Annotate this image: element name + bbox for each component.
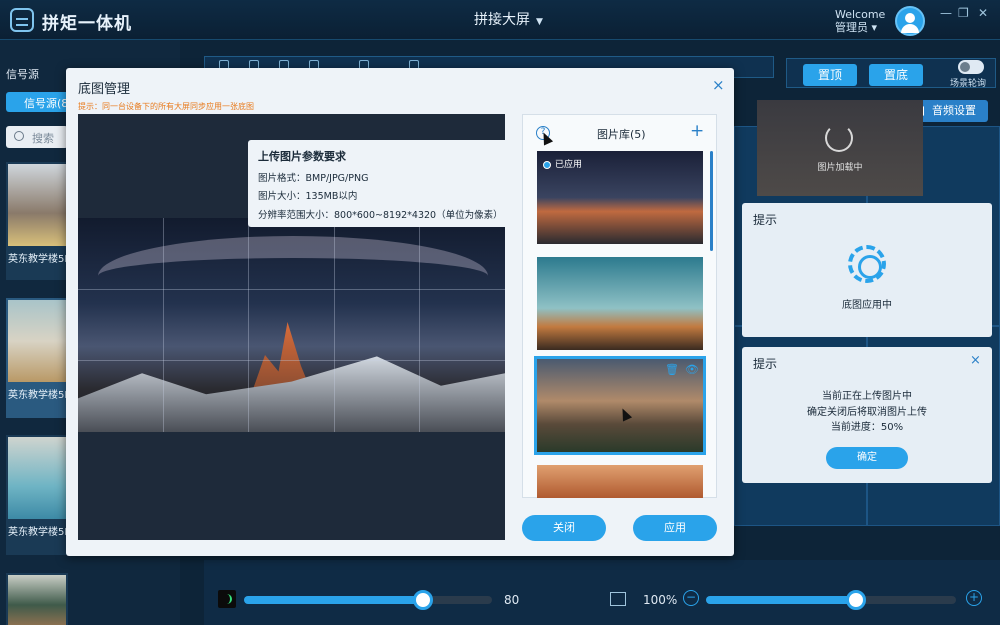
scene-rotation-label: 场景轮询 xyxy=(950,79,987,89)
tooltip-resolution: 分辨率范围大小：800*600~8192*4320（单位为像素） xyxy=(258,210,503,221)
close-button[interactable]: 关闭 xyxy=(522,515,606,541)
welcome-text: Welcome xyxy=(835,8,886,21)
confirm-button[interactable]: 确定 xyxy=(826,447,908,469)
dialog-title: 提示 xyxy=(753,213,778,227)
grid-line xyxy=(78,289,505,290)
minimize-button[interactable]: — xyxy=(940,6,952,20)
volume-slider-handle[interactable] xyxy=(413,590,433,610)
zoom-slider-handle[interactable] xyxy=(846,590,866,610)
library-title: 图片库(5) xyxy=(597,128,646,141)
volume-icon[interactable] xyxy=(218,590,236,608)
list-item[interactable]: 英东教学楼5H xyxy=(6,435,68,555)
sync-tip: 提示：同一台设备下的所有大屏同步应用一张底图 xyxy=(78,102,254,111)
volume-value: 80 xyxy=(504,593,520,607)
close-window-button[interactable]: ✕ xyxy=(978,6,988,20)
tooltip-format: 图片格式：BMP/JPG/PNG xyxy=(258,173,369,184)
avatar[interactable] xyxy=(895,6,925,36)
zoom-slider[interactable] xyxy=(706,590,956,610)
upload-progress: 当前进度：50% xyxy=(830,422,904,433)
screen-selector-label: 拼接大屏 xyxy=(474,12,530,28)
caret-down-icon: ▼ xyxy=(536,17,543,27)
search-icon xyxy=(14,131,24,141)
dialog-title: 提示 xyxy=(753,357,778,371)
search-input[interactable]: 搜索 xyxy=(6,126,68,148)
maximize-button[interactable]: ❐ xyxy=(958,6,969,20)
welcome-block[interactable]: Welcome 管理员 ▾ xyxy=(835,8,885,34)
uploading-line-2: 确定关闭后将取消图片上传 xyxy=(807,407,927,418)
search-placeholder: 搜索 xyxy=(32,132,54,145)
grid-line xyxy=(248,218,249,432)
library-image[interactable] xyxy=(537,257,703,350)
dialog-title: 底图管理 xyxy=(78,82,131,97)
list-item[interactable]: 英东教学楼5H xyxy=(6,298,68,418)
delete-icon[interactable]: 🗑 xyxy=(665,363,679,376)
loading-text: 图片加载中 xyxy=(817,163,863,173)
eye-icon[interactable]: 👁 xyxy=(685,363,699,376)
volume-slider-fill xyxy=(244,596,423,604)
app-title: 拼矩一体机 xyxy=(42,14,132,34)
background-preview-image xyxy=(78,218,505,432)
list-item[interactable]: 英东教学楼5H xyxy=(6,162,68,280)
close-icon[interactable]: × xyxy=(712,76,725,94)
spinner-icon xyxy=(825,124,853,152)
library-image[interactable]: 已应用 xyxy=(537,151,703,244)
library-image[interactable] xyxy=(537,465,703,498)
zoom-out-icon[interactable]: − xyxy=(683,590,699,606)
send-to-bottom-button[interactable]: 置底 xyxy=(869,64,923,86)
applying-dialog: 提示 底图应用中 xyxy=(742,203,992,337)
layout-grid-icon[interactable] xyxy=(610,592,626,606)
bring-to-top-button[interactable]: 置顶 xyxy=(803,64,857,86)
volume-slider[interactable] xyxy=(244,590,492,610)
panel-header: 信号源 xyxy=(6,68,39,81)
zoom-slider-fill xyxy=(706,596,856,604)
image-loading-card: 图片加载中 xyxy=(757,100,923,196)
close-icon[interactable]: × xyxy=(970,353,981,368)
grid-line xyxy=(78,360,505,361)
add-image-button[interactable]: + xyxy=(690,121,704,141)
user-name: 管理员 ▾ xyxy=(835,21,878,34)
classroom-thumbnail xyxy=(8,164,66,246)
loading-ring-icon xyxy=(848,245,886,283)
applied-badge: 已应用 xyxy=(543,157,582,170)
milky-way-shape xyxy=(98,236,488,316)
classroom-thumbnail xyxy=(8,575,66,625)
audio-settings-label: 音频设置 xyxy=(932,104,976,117)
list-item-label: 英东教学楼5H xyxy=(8,390,68,401)
apply-button[interactable]: 应用 xyxy=(633,515,717,541)
screen-selector[interactable]: 拼接大屏 ▼ xyxy=(474,9,543,29)
grid-line xyxy=(334,218,335,432)
logo-icon xyxy=(10,8,34,32)
zoom-in-icon[interactable]: + xyxy=(966,590,982,606)
uploading-line-1: 当前正在上传图片中 xyxy=(822,391,912,402)
grid-line xyxy=(419,218,420,432)
scene-rotation-toggle[interactable] xyxy=(958,60,984,74)
applying-text: 底图应用中 xyxy=(842,300,892,311)
grid-line xyxy=(163,218,164,432)
upload-requirements-tooltip: 上传图片参数要求 图片格式：BMP/JPG/PNG 图片大小：135MB以内 分… xyxy=(248,140,510,227)
top-bar: 拼矩一体机 拼接大屏 ▼ Welcome 管理员 ▾ — ❐ ✕ xyxy=(0,0,1000,40)
library-image-selected[interactable]: 🗑 👁 xyxy=(534,356,706,455)
classroom-thumbnail xyxy=(8,437,66,519)
list-item-label: 英东教学楼5H xyxy=(8,527,68,538)
image-library: ? 图片库(5) + 已应用 🗑 👁 xyxy=(522,114,717,498)
bottom-bar xyxy=(204,560,1000,625)
library-scrollbar[interactable] xyxy=(710,151,713,251)
tab-signal-source[interactable]: 信号源(88 xyxy=(6,92,74,112)
tooltip-size: 图片大小：135MB以内 xyxy=(258,191,358,202)
tooltip-title: 上传图片参数要求 xyxy=(258,150,346,163)
classroom-thumbnail xyxy=(8,300,66,382)
list-item[interactable] xyxy=(6,573,68,625)
list-item-label: 英东教学楼5H xyxy=(8,254,68,265)
zoom-value: 100% xyxy=(643,593,678,607)
uploading-dialog: 提示 × 当前正在上传图片中 确定关闭后将取消图片上传 当前进度：50% 确定 xyxy=(742,347,992,483)
